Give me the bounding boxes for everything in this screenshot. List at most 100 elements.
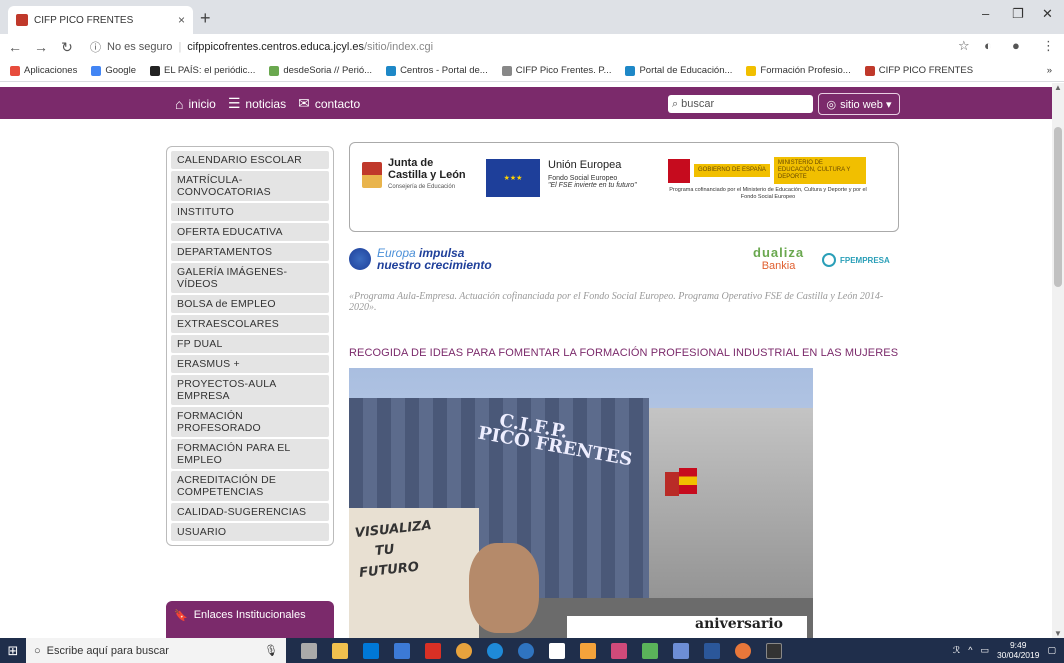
page-scrollbar[interactable]: ▲ ▼ <box>1052 83 1064 638</box>
new-tab-button[interactable]: + <box>200 8 211 29</box>
site-search-input[interactable]: ⌕ buscar <box>668 95 813 113</box>
bookmark-item[interactable]: CIFP Pico Frentes. P... <box>501 65 611 76</box>
sidebar-item[interactable]: USUARIO <box>171 523 329 541</box>
bookmark-star-icon[interactable]: ☆ <box>958 38 970 54</box>
sidebar-item[interactable]: FORMACIÓN PROFESORADO <box>171 407 329 437</box>
clock[interactable]: 9:49 30/04/2019 <box>997 640 1040 660</box>
sidebar-item[interactable]: FORMACIÓN PARA EL EMPLEO <box>171 439 329 469</box>
links-panel[interactable]: 🔖 Enlaces Institucionales <box>166 601 334 638</box>
file-explorer-icon[interactable] <box>332 642 348 659</box>
pdf-icon[interactable] <box>425 642 441 659</box>
scroll-down-icon[interactable]: ▼ <box>1052 629 1064 638</box>
taskbar-search-input[interactable]: ○ Escribe aquí para buscar 🎙 <box>26 638 286 663</box>
bookmark-item[interactable]: desdeSoria // Perió... <box>269 65 372 76</box>
favicon-icon <box>16 14 28 26</box>
nav-news[interactable]: ☰ noticias <box>228 95 286 112</box>
edge-icon[interactable] <box>487 642 503 659</box>
bookmark-item[interactable]: CIFP PICO FRENTES <box>864 65 973 76</box>
nav-contact[interactable]: ✉ contacto <box>298 95 360 112</box>
browser-app-icon[interactable] <box>735 642 751 659</box>
nav-home[interactable]: ⌂ inicio <box>175 96 216 112</box>
sidebar-item[interactable]: MATRÍCULA- CONVOCATORIAS <box>171 171 329 201</box>
ie-icon[interactable] <box>518 642 534 659</box>
page-icon <box>501 65 512 76</box>
bookmark-item[interactable]: Aplicaciones <box>10 65 77 76</box>
back-icon[interactable]: ← <box>4 39 26 55</box>
globe-icon <box>349 248 371 270</box>
word-icon[interactable] <box>704 642 720 659</box>
site-topbar: ⌂ inicio ☰ noticias ✉ contacto ⌕ buscar ◎ s… <box>0 87 1052 119</box>
sidebar-item[interactable]: CALENDARIO ESCOLAR <box>171 151 329 169</box>
formacion-icon <box>746 65 757 76</box>
jcyl-shield-icon <box>362 162 382 188</box>
forward-icon[interactable]: → <box>30 39 52 55</box>
tray-chevron-icon[interactable]: ^ <box>968 645 972 655</box>
network-icon[interactable]: ▭ <box>980 645 989 656</box>
face-illustration <box>469 543 539 633</box>
favicon-icon <box>864 65 875 76</box>
bookmark-item[interactable]: Portal de Educación... <box>625 65 732 76</box>
extension-icon[interactable]: ◐ <box>984 38 992 53</box>
close-window-icon[interactable]: ✕ <box>1042 6 1053 22</box>
sidebar-item[interactable]: ACREDITACIÓN DE COMPETENCIAS <box>171 471 329 501</box>
scroll-up-icon[interactable]: ▲ <box>1052 83 1064 92</box>
globe-icon: ◎ <box>826 98 837 111</box>
profile-icon[interactable]: ● <box>1012 38 1020 53</box>
sidebar-item[interactable]: BOLSA de EMPLEO <box>171 295 329 313</box>
page-viewport: ⌂ inicio ☰ noticias ✉ contacto ⌕ buscar ◎ s… <box>0 83 1052 638</box>
portal-icon <box>625 65 636 76</box>
mic-icon[interactable]: 🎙 <box>264 644 278 657</box>
sidebar-item[interactable]: DEPARTAMENTOS <box>171 243 329 261</box>
scroll-thumb[interactable] <box>1054 127 1062 287</box>
task-view-icon[interactable] <box>301 642 317 659</box>
sidebar-item[interactable]: INSTITUTO <box>171 203 329 221</box>
bookmark-item[interactable]: EL PAÍS: el periódic... <box>149 65 255 76</box>
more-bookmarks-icon[interactable]: » <box>1047 65 1052 76</box>
sidebar-item[interactable]: GALERÍA IMÁGENES- VÍDEOS <box>171 263 329 293</box>
news-headline[interactable]: RECOGIDA DE IDEAS PARA FOMENTAR LA FORMA… <box>349 347 898 359</box>
bookmark-item[interactable]: Google <box>91 65 136 76</box>
browser-toolbar: ← → ↻ ⓘ No es seguro | cifppicofrentes.c… <box>0 34 1064 60</box>
bookmark-item[interactable]: Centros - Portal de... <box>386 65 488 76</box>
reload-icon[interactable]: ↻ <box>56 39 78 56</box>
notifications-icon[interactable]: ▢ <box>1047 645 1056 656</box>
sidebar-item[interactable]: EXTRAESCOLARES <box>171 315 329 333</box>
menu-icon[interactable]: ⋮ <box>1042 38 1055 54</box>
outlook-icon[interactable] <box>580 642 596 659</box>
photos-icon[interactable] <box>673 642 689 659</box>
people-icon[interactable]: ℛ <box>953 645 960 656</box>
flag-icon <box>665 472 679 496</box>
tab-title: CIFP PICO FRENTES <box>34 14 134 26</box>
maximize-icon[interactable]: ❐ <box>1012 6 1024 22</box>
site-web-button[interactable]: ◎ sitio web ▾ <box>818 93 900 115</box>
windows-start-icon[interactable]: ⊞ <box>0 643 26 659</box>
chrome-icon[interactable] <box>456 642 472 659</box>
sidebar-item[interactable]: FP DUAL <box>171 335 329 353</box>
sidebar-item[interactable]: PROYECTOS-AULA EMPRESA <box>171 375 329 405</box>
browser-tab[interactable]: CIFP PICO FRENTES × <box>8 6 193 34</box>
sidebar-item[interactable]: ERASMUS + <box>171 355 329 373</box>
bookmark-item[interactable]: Formación Profesio... <box>746 65 851 76</box>
powerpoint-icon[interactable] <box>611 642 627 659</box>
top-nav: ⌂ inicio ☰ noticias ✉ contacto <box>175 95 360 112</box>
sidebar-item[interactable]: CALIDAD-SUGERENCIAS <box>171 503 329 521</box>
sidebar-item[interactable]: OFERTA EDUCATIVA <box>171 223 329 241</box>
system-tray: ℛ ^ ▭ 9:49 30/04/2019 ▢ <box>953 640 1056 660</box>
tab-close-icon[interactable]: × <box>178 13 185 27</box>
address-bar[interactable]: ⓘ No es seguro | cifppicofrentes.centros… <box>90 36 950 58</box>
info-icon[interactable]: ⓘ <box>90 39 101 55</box>
minimize-icon[interactable]: – <box>982 6 989 21</box>
home-icon: ⌂ <box>175 95 184 112</box>
store-icon[interactable] <box>363 642 379 659</box>
mail-app-icon[interactable] <box>549 642 565 659</box>
logos-panel: Junta de Castilla y León Consejería de Edu… <box>349 142 899 232</box>
app-icon[interactable] <box>394 642 410 659</box>
building-photo[interactable]: C.I.F.P. PICO FRENTES VISUALIZA TU FUTURO … <box>349 368 813 638</box>
security-label: No es seguro <box>107 41 173 53</box>
dualiza-logo: dualiza Bankia <box>753 245 805 272</box>
apps-icon <box>10 65 20 76</box>
fpempresa-icon <box>822 253 836 267</box>
excel-icon[interactable] <box>642 642 658 659</box>
terminal-icon[interactable] <box>766 642 782 659</box>
mail-icon: ✉ <box>298 95 310 111</box>
